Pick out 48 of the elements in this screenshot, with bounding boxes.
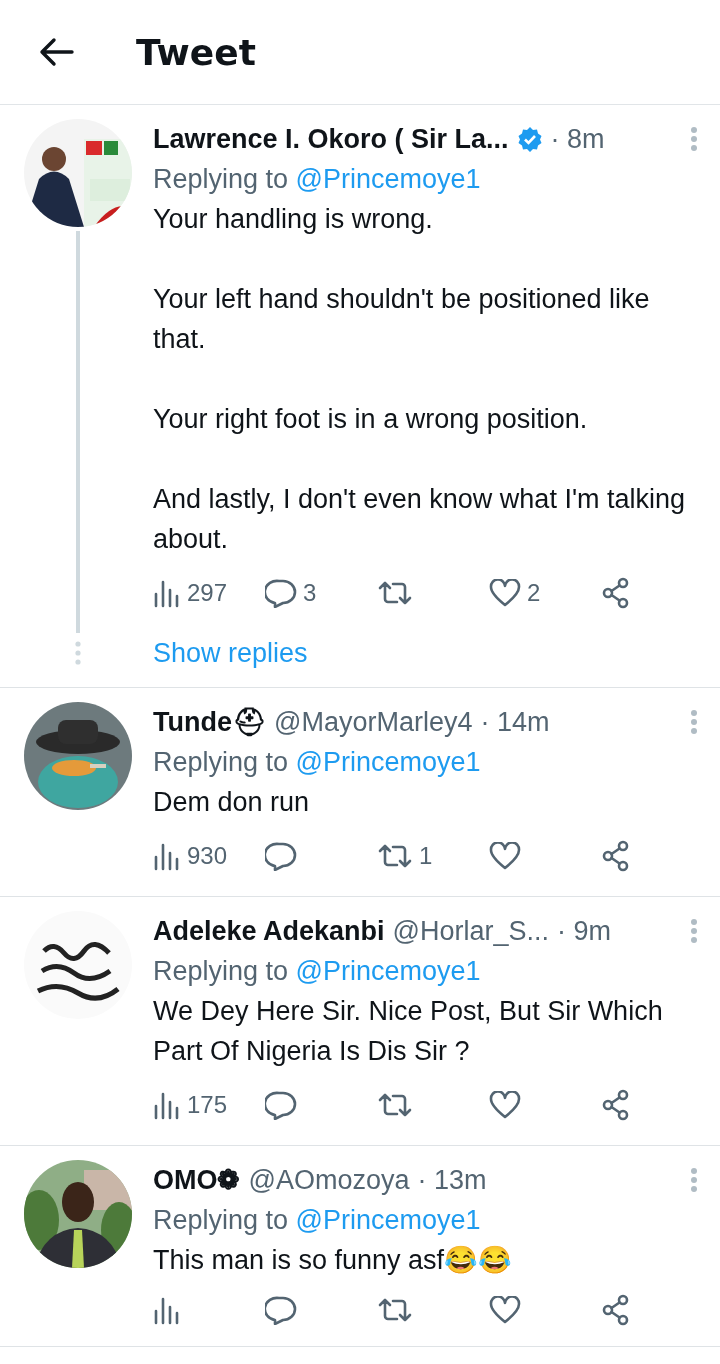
heart-icon[interactable] [489,842,521,870]
retweet-icon[interactable] [377,1296,413,1324]
author-name[interactable]: OMO❁ [153,1160,241,1200]
heart-icon[interactable] [489,1091,521,1119]
count: 1 [419,841,433,871]
timestamp: · 13m [417,1164,487,1197]
replying-to-label: Replying to [153,747,289,777]
share-icon[interactable] [601,577,631,609]
views-icon[interactable] [153,1295,181,1325]
tweet-text: Dem don run [153,786,311,819]
timestamp: · 14m [480,706,550,739]
views-icon[interactable] [153,1090,181,1120]
back-arrow-icon[interactable] [38,37,74,67]
author-handle[interactable]: @AOmozoya [248,1160,410,1200]
count: 3 [303,578,317,608]
reply-icon[interactable] [265,578,297,608]
views-icon[interactable] [153,841,181,871]
tweet-text: Your handling is wrong. Your left hand shouldn't be positioned like that. Your right foot is in a wrong position. And lastly, I don't even know what I'm talking about. [153,203,687,556]
tweet-text: We Dey Here Sir. Nice Post, But Sir Which Part Of Nigeria Is Dis Sir ? [153,995,664,1068]
author-name[interactable]: Adeleke Adekanbi [153,911,385,951]
author-handle[interactable]: @Horlar_S... [392,911,550,951]
timestamp: · 9m [557,915,612,948]
reply-icon[interactable] [265,1295,297,1325]
heart-icon[interactable] [489,579,521,607]
share-icon[interactable] [601,840,631,872]
tweet-text: This man is so funny asf😂😂 [153,1244,514,1277]
replying-to-label: Replying to [153,1205,289,1235]
count: 175 [187,1090,228,1120]
share-icon[interactable] [601,1089,631,1121]
page-title: Tweet [136,31,256,73]
author-handle[interactable]: @MayorMarley4 [274,702,473,742]
count: 2 [527,578,541,608]
thread-dots-icon [75,641,81,665]
heart-icon[interactable] [489,1296,521,1324]
retweet-icon[interactable] [377,579,413,607]
retweet-icon[interactable] [377,1091,413,1119]
retweet-icon[interactable] [377,842,413,870]
replying-to-label: Replying to [153,956,289,986]
timestamp: · 8m [550,123,605,156]
count: 930 [187,841,228,871]
author-name[interactable]: Tunde⛑ [153,702,266,742]
views-icon[interactable] [153,578,181,608]
count: 297 [187,578,228,608]
reply-icon[interactable] [265,841,297,871]
author-name[interactable]: Lawrence I. Okoro ( Sir La... [153,119,509,159]
replying-to-label: Replying to [153,164,289,194]
share-icon[interactable] [601,1294,631,1326]
reply-icon[interactable] [265,1090,297,1120]
